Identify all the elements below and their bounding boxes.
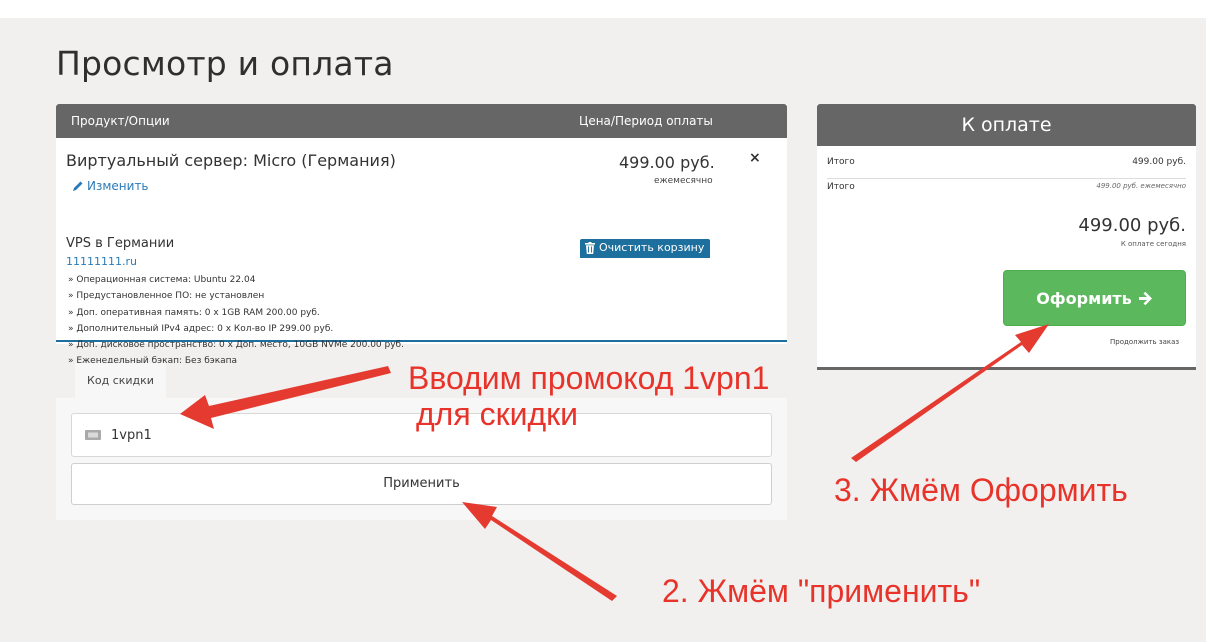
total-due: 499.00 руб. <box>1078 215 1186 236</box>
product-domain: 11111111.ru <box>66 255 137 268</box>
trash-icon <box>585 242 595 254</box>
option-item: » Операционная система: Ubuntu 22.04 <box>68 275 256 285</box>
product-options: » Операционная система: Ubuntu 22.04 » П… <box>68 272 404 370</box>
recurring-value: 499.00 руб. ежемесячно <box>1096 182 1186 190</box>
order-summary: К оплате Итого 499.00 руб. Итого 499.00 … <box>817 104 1196 370</box>
apply-promo-button[interactable]: Применить <box>71 463 772 505</box>
price-column-header: Цена/Период оплаты <box>579 114 713 128</box>
product-name: Виртуальный сервер: Micro (Германия) <box>66 151 396 170</box>
page-title: Просмотр и оплата <box>56 44 394 83</box>
edit-link[interactable]: Изменить <box>72 179 149 193</box>
remove-item-button[interactable]: × <box>749 150 761 166</box>
total-due-note: К оплате сегодня <box>1120 240 1186 248</box>
option-item: » Доп. дисковое пространство: 0 x Доп. м… <box>68 340 404 351</box>
product-column-header: Продукт/Опции <box>71 114 170 128</box>
subtotal-row: Итого 499.00 руб. <box>827 157 1186 179</box>
item-period: ежемесячно <box>654 176 713 186</box>
cart-panel: Продукт/Опции Цена/Период оплаты Виртуал… <box>56 104 787 366</box>
promo-code-input[interactable] <box>111 427 711 443</box>
option-item: » Предустановленное ПО: не установлен <box>68 291 265 302</box>
checkout-button[interactable]: Оформить <box>1003 270 1186 326</box>
continue-shopping-link[interactable]: Продолжить заказ <box>1110 338 1179 346</box>
edit-link-label: Изменить <box>87 179 149 193</box>
clear-cart-label: Очистить корзину <box>599 241 705 254</box>
summary-title: К оплате <box>817 104 1196 146</box>
product-group: VPS в Германии <box>66 236 175 251</box>
annotation-step1-line1: Вводим промокод 1vpn1 <box>408 360 770 396</box>
annotation-step3: 3. Жмём Оформить <box>834 472 1128 508</box>
annotation-step2: 2. Жмём "применить" <box>662 573 981 609</box>
top-bar <box>0 0 1206 18</box>
subtotal-value: 499.00 руб. <box>1132 157 1186 167</box>
cart-header: Продукт/Опции Цена/Период оплаты <box>56 104 787 138</box>
pencil-icon <box>73 181 83 191</box>
ticket-icon <box>85 430 101 440</box>
option-item: » Доп. оперативная память: 0 x 1GB RAM 2… <box>68 307 320 318</box>
recurring-label: Итого <box>827 182 855 192</box>
annotation-step1-line2: для скидки <box>416 396 578 432</box>
arrow-right-icon <box>1138 291 1152 305</box>
tab-promo-code[interactable]: Код скидки <box>75 363 166 399</box>
option-item: » Дополнительный IPv4 адрес: 0 x Кол-во … <box>68 323 334 334</box>
subtotal-label: Итого <box>827 157 855 167</box>
recurring-row: Итого 499.00 руб. ежемесячно <box>827 182 1186 192</box>
checkout-label: Оформить <box>1036 288 1132 308</box>
item-price: 499.00 руб. <box>619 153 715 172</box>
clear-cart-button[interactable]: Очистить корзину <box>580 239 711 258</box>
